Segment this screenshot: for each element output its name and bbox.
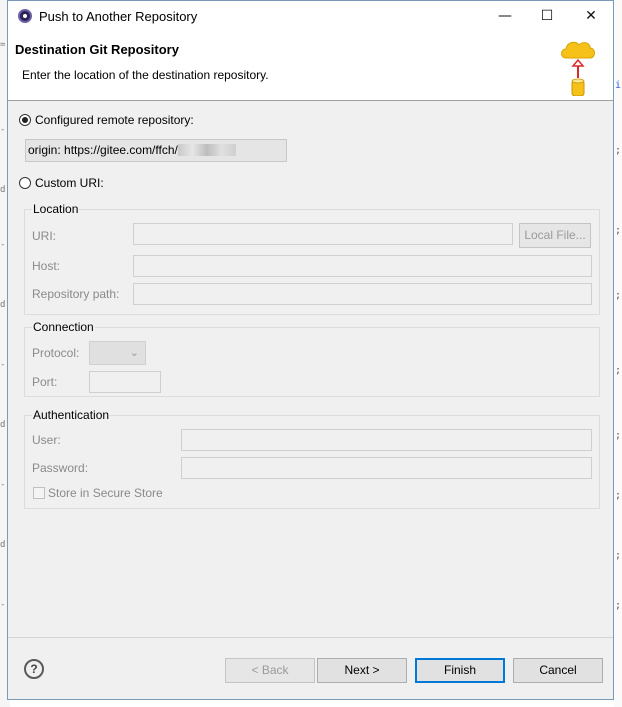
configured-remote-label: Configured remote repository:	[35, 113, 194, 127]
window-title: Push to Another Repository	[39, 9, 198, 24]
page-title: Destination Git Repository	[15, 42, 179, 57]
minimize-button[interactable]: —	[483, 1, 527, 32]
user-label: User:	[32, 433, 61, 447]
maximize-button[interactable]: ☐	[525, 1, 569, 32]
custom-uri-radio[interactable]	[19, 177, 31, 189]
uri-label: URI:	[32, 229, 56, 243]
local-file-button[interactable]: Local File...	[519, 223, 591, 248]
store-secure-checkbox[interactable]	[33, 487, 45, 499]
configured-remote-value: origin: https://gitee.com/ffch/	[28, 143, 178, 157]
close-button[interactable]: ✕	[569, 1, 613, 32]
background-editor-right: i ; ; ; ; ; ; ; ;	[614, 0, 622, 707]
title-bar: Push to Another Repository — ☐ ✕	[8, 1, 613, 32]
repository-path-input[interactable]	[133, 283, 592, 305]
port-input[interactable]	[89, 371, 161, 393]
user-input[interactable]	[181, 429, 592, 451]
store-secure-label: Store in Secure Store	[48, 486, 163, 500]
eclipse-app-icon	[18, 9, 32, 23]
port-label: Port:	[32, 375, 58, 389]
host-label: Host:	[32, 259, 61, 273]
configured-remote-combo[interactable]: origin: https://gitee.com/ffch/	[25, 139, 287, 162]
back-button[interactable]: < Back	[225, 658, 315, 683]
push-dialog: Push to Another Repository — ☐ ✕ Destina…	[7, 0, 614, 700]
custom-uri-label: Custom URI:	[35, 176, 104, 190]
footer-separator	[8, 637, 613, 638]
page-description: Enter the location of the destination re…	[22, 68, 269, 82]
next-button[interactable]: Next >	[317, 658, 407, 683]
password-label: Password:	[32, 461, 89, 475]
wizard-header: Destination Git Repository Enter the loc…	[8, 32, 613, 101]
finish-button[interactable]: Finish	[415, 658, 505, 683]
repository-path-label: Repository path:	[32, 287, 120, 301]
push-to-cloud-icon	[561, 41, 595, 96]
protocol-select[interactable]: ⌄	[89, 341, 146, 365]
redacted-path	[177, 144, 236, 156]
password-input[interactable]	[181, 457, 592, 479]
location-group-title: Location	[32, 202, 80, 216]
authentication-group-title: Authentication	[32, 408, 111, 422]
host-input[interactable]	[133, 255, 592, 277]
cancel-button[interactable]: Cancel	[513, 658, 603, 683]
configured-remote-radio[interactable]	[19, 114, 31, 126]
chevron-down-icon: ⌄	[129, 346, 139, 359]
connection-group-title: Connection	[32, 320, 95, 334]
uri-input[interactable]	[133, 223, 513, 245]
help-icon[interactable]: ?	[24, 659, 44, 679]
protocol-label: Protocol:	[32, 346, 80, 360]
